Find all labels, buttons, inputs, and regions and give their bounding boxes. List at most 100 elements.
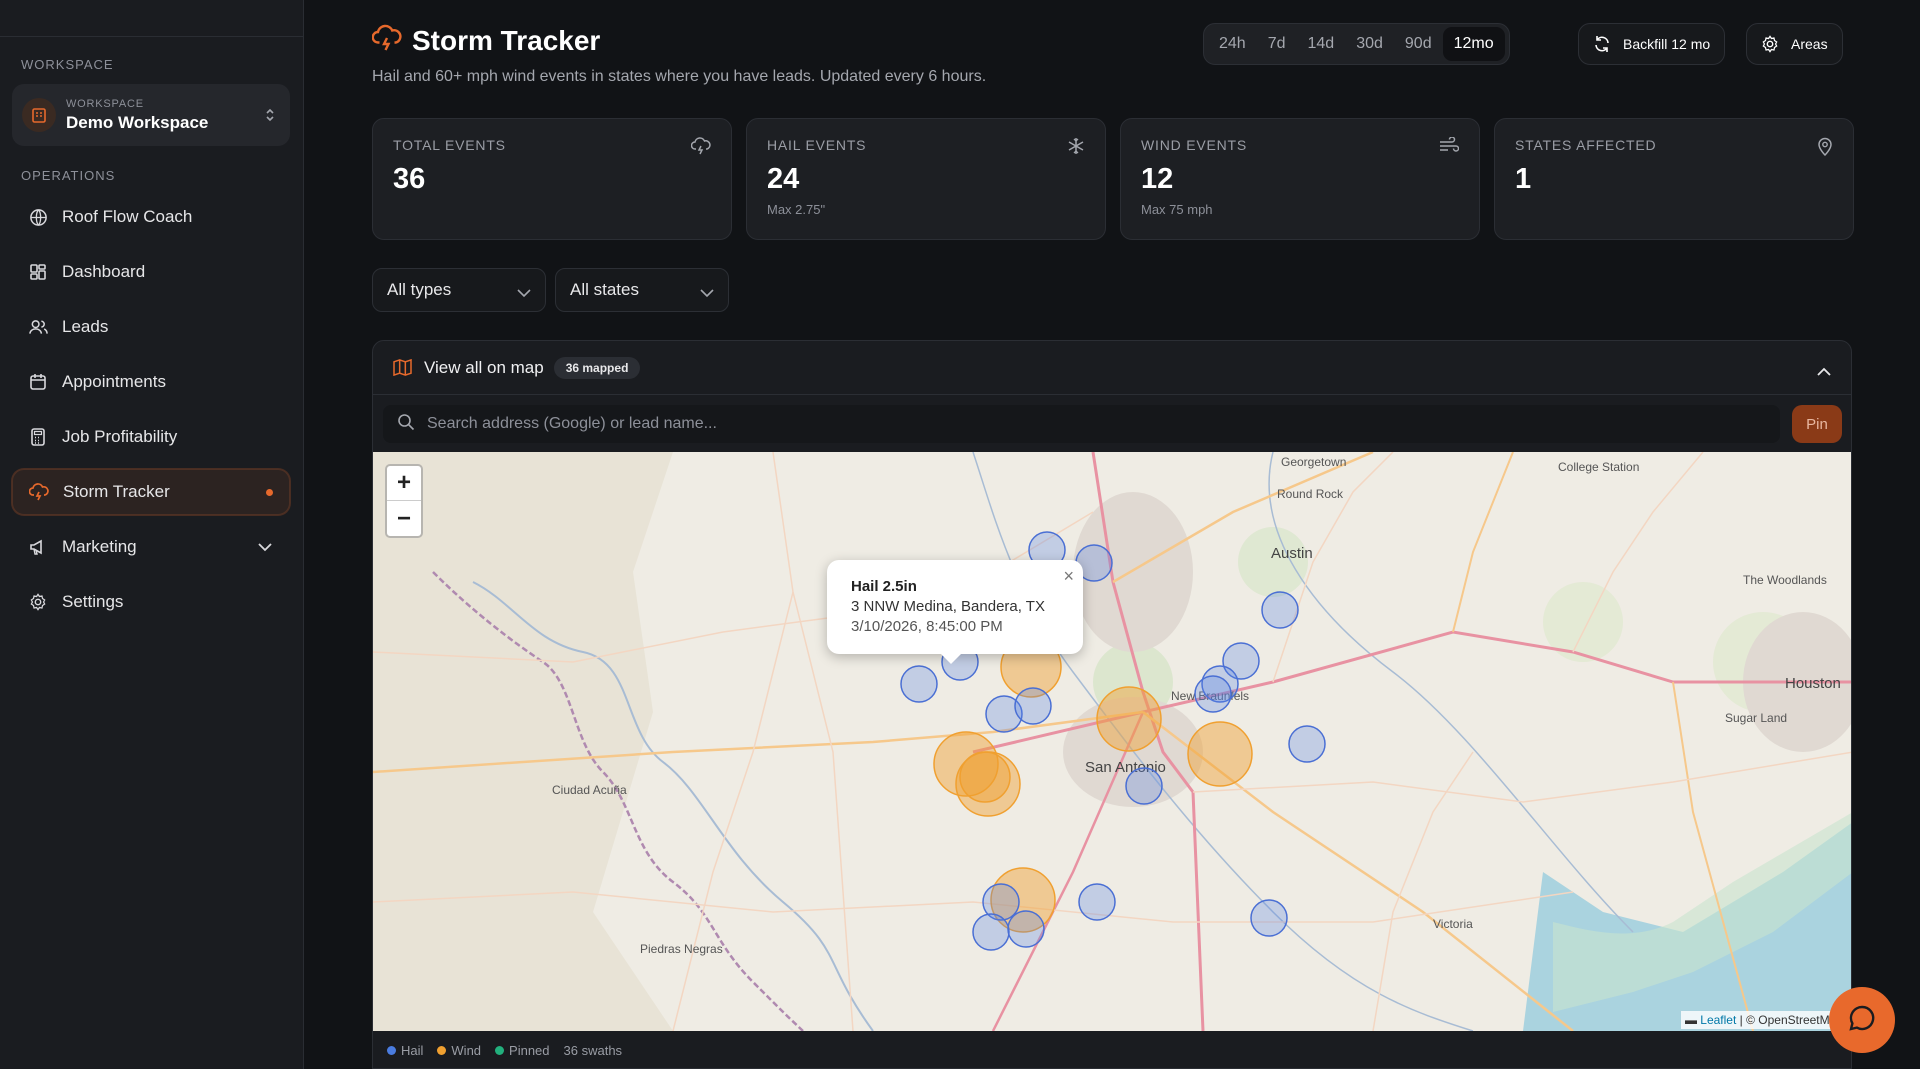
ukraine-flag-icon: ▬ [1684, 1013, 1697, 1027]
hail-swath[interactable] [1194, 675, 1232, 713]
zoom-in-button[interactable]: + [387, 466, 421, 501]
hail-swath[interactable] [900, 665, 938, 703]
osm-attribution: | © OpenStreetMap [1736, 1013, 1843, 1027]
sidebar-item-storm-tracker[interactable]: Storm Tracker [12, 469, 290, 515]
city-label: Round Rock [1277, 487, 1344, 501]
state-filter-select[interactable]: All states [555, 268, 729, 312]
backfill-button[interactable]: Backfill 12 mo [1578, 23, 1726, 65]
stat-value: 36 [393, 163, 426, 195]
city-label: Georgetown [1281, 455, 1346, 469]
storm-icon [371, 24, 402, 57]
sidebar-item-label: Appointments [62, 372, 166, 391]
stat-card-wind-events: WIND EVENTS 12 Max 75 mph [1120, 118, 1480, 240]
stat-sub: Max 75 mph [1141, 202, 1213, 217]
page-title: Storm Tracker [412, 24, 601, 56]
stat-sub: Max 2.75" [767, 202, 826, 217]
city-label: Austin [1271, 545, 1313, 562]
zoom-out-button[interactable]: − [387, 501, 421, 536]
wind-swath[interactable] [1096, 686, 1162, 752]
hail-swath[interactable] [1014, 687, 1052, 725]
state-filter-value: All states [570, 280, 639, 299]
stat-value: 1 [1515, 163, 1532, 195]
map-attribution: ▬ Leaflet | © OpenStreetMap [1680, 1011, 1847, 1029]
range-24h-button[interactable]: 24h [1208, 27, 1257, 61]
legend-dot [387, 1046, 396, 1055]
range-30d-button[interactable]: 30d [1345, 27, 1394, 61]
legend-dot [437, 1046, 447, 1055]
hail-swath[interactable] [972, 913, 1010, 951]
hail-swath[interactable] [1288, 725, 1326, 763]
sidebar-top-divider [0, 0, 303, 37]
sidebar-item-label: Roof Flow Coach [62, 207, 193, 226]
chat-button[interactable] [1829, 987, 1895, 1053]
range-7d-button[interactable]: 7d [1257, 27, 1297, 61]
chat-bubble-icon [1847, 1003, 1877, 1038]
map-panel: View all on map 36 mapped Pin [372, 340, 1852, 1069]
sidebar-item-leads[interactable]: Leads [12, 304, 290, 350]
map-panel-header[interactable]: View all on map 36 mapped [373, 341, 1851, 395]
workspace-card-label: WORKSPACE [66, 97, 144, 110]
range-90d-button[interactable]: 90d [1394, 27, 1443, 61]
sidebar-item-job-profitability[interactable]: Job Profitability [12, 414, 290, 460]
sidebar-item-label: Leads [62, 317, 109, 336]
active-indicator-dot [266, 488, 273, 496]
sidebar: WORKSPACE WORKSPACE Demo Workspace OPERA… [0, 0, 304, 1069]
zoom-control: + − [385, 464, 423, 538]
event-popup: Hail 2.5in 3 NNW Medina, Bandera, TX 3/1… [827, 560, 1083, 664]
pin-button[interactable]: Pin [1792, 405, 1842, 443]
wind-swath[interactable] [959, 751, 1011, 803]
map-legend: Hail Wind Pinned 36 swaths [373, 1031, 1851, 1068]
sidebar-item-dashboard[interactable]: Dashboard [12, 249, 290, 295]
snowflake-icon [1067, 137, 1085, 160]
range-14d-button[interactable]: 14d [1297, 27, 1346, 61]
sidebar-item-appointments[interactable]: Appointments [12, 359, 290, 405]
stat-card-total-events: TOTAL EVENTS 36 [372, 118, 732, 240]
areas-button[interactable]: Areas [1746, 23, 1843, 65]
sidebar-item-label: Settings [62, 592, 124, 611]
chevron-up-icon[interactable] [1817, 361, 1831, 381]
legend-item-wind: Wind [437, 1043, 481, 1058]
hail-swath[interactable] [1250, 899, 1288, 937]
hail-swath[interactable] [1261, 591, 1299, 629]
hail-swath[interactable] [1125, 767, 1163, 805]
close-icon[interactable]: × [1063, 566, 1074, 587]
workspace-name: Demo Workspace [66, 112, 209, 132]
page-subtitle: Hail and 60+ mph wind events in states w… [372, 68, 987, 85]
map-overlay: Georgetown College Station Round Rock Au… [552, 455, 1841, 956]
map-pin-icon [1817, 137, 1833, 161]
backfill-label: Backfill 12 mo [1623, 36, 1711, 52]
sidebar-item-roof-flow-coach[interactable]: Roof Flow Coach [12, 194, 290, 240]
map-search-input[interactable] [427, 415, 1727, 433]
sidebar-item-settings[interactable]: Settings [12, 579, 290, 625]
workspace-switcher[interactable]: WORKSPACE Demo Workspace [12, 84, 290, 146]
storm-icon [29, 482, 49, 502]
hail-swath[interactable] [1078, 883, 1116, 921]
map-icon [393, 359, 412, 376]
chevron-up-down-icon [264, 106, 276, 129]
stat-label: HAIL EVENTS [767, 137, 867, 153]
view-all-on-map-label: View all on map [424, 357, 544, 377]
areas-label: Areas [1791, 36, 1828, 52]
sidebar-item-marketing[interactable]: Marketing [12, 524, 290, 570]
sidebar-item-label: Dashboard [62, 262, 146, 281]
storm-icon [690, 137, 711, 160]
popup-location: 3 NNW Medina, Bandera, TX [851, 598, 1045, 615]
calculator-icon [28, 427, 48, 447]
hail-swath[interactable] [1007, 910, 1045, 948]
map-search-box [383, 405, 1780, 443]
popup-tip [941, 654, 961, 664]
stat-label: TOTAL EVENTS [393, 137, 506, 153]
search-icon [397, 413, 415, 436]
page-header: Storm Tracker [371, 24, 601, 57]
map-canvas[interactable]: Georgetown College Station Round Rock Au… [373, 452, 1851, 1031]
sidebar-item-label: Storm Tracker [63, 482, 170, 501]
type-filter-select[interactable]: All types [372, 268, 546, 312]
leaflet-link[interactable]: Leaflet [1700, 1013, 1736, 1027]
legend-item-hail: Hail [387, 1043, 423, 1058]
range-12mo-button[interactable]: 12mo [1442, 27, 1505, 61]
wind-swath[interactable] [1187, 721, 1253, 787]
globe-icon [28, 207, 48, 227]
legend-label: Pinned [509, 1043, 550, 1058]
stat-card-states-affected: STATES AFFECTED 1 [1494, 118, 1854, 240]
mapped-count-badge: 36 mapped [553, 356, 641, 379]
